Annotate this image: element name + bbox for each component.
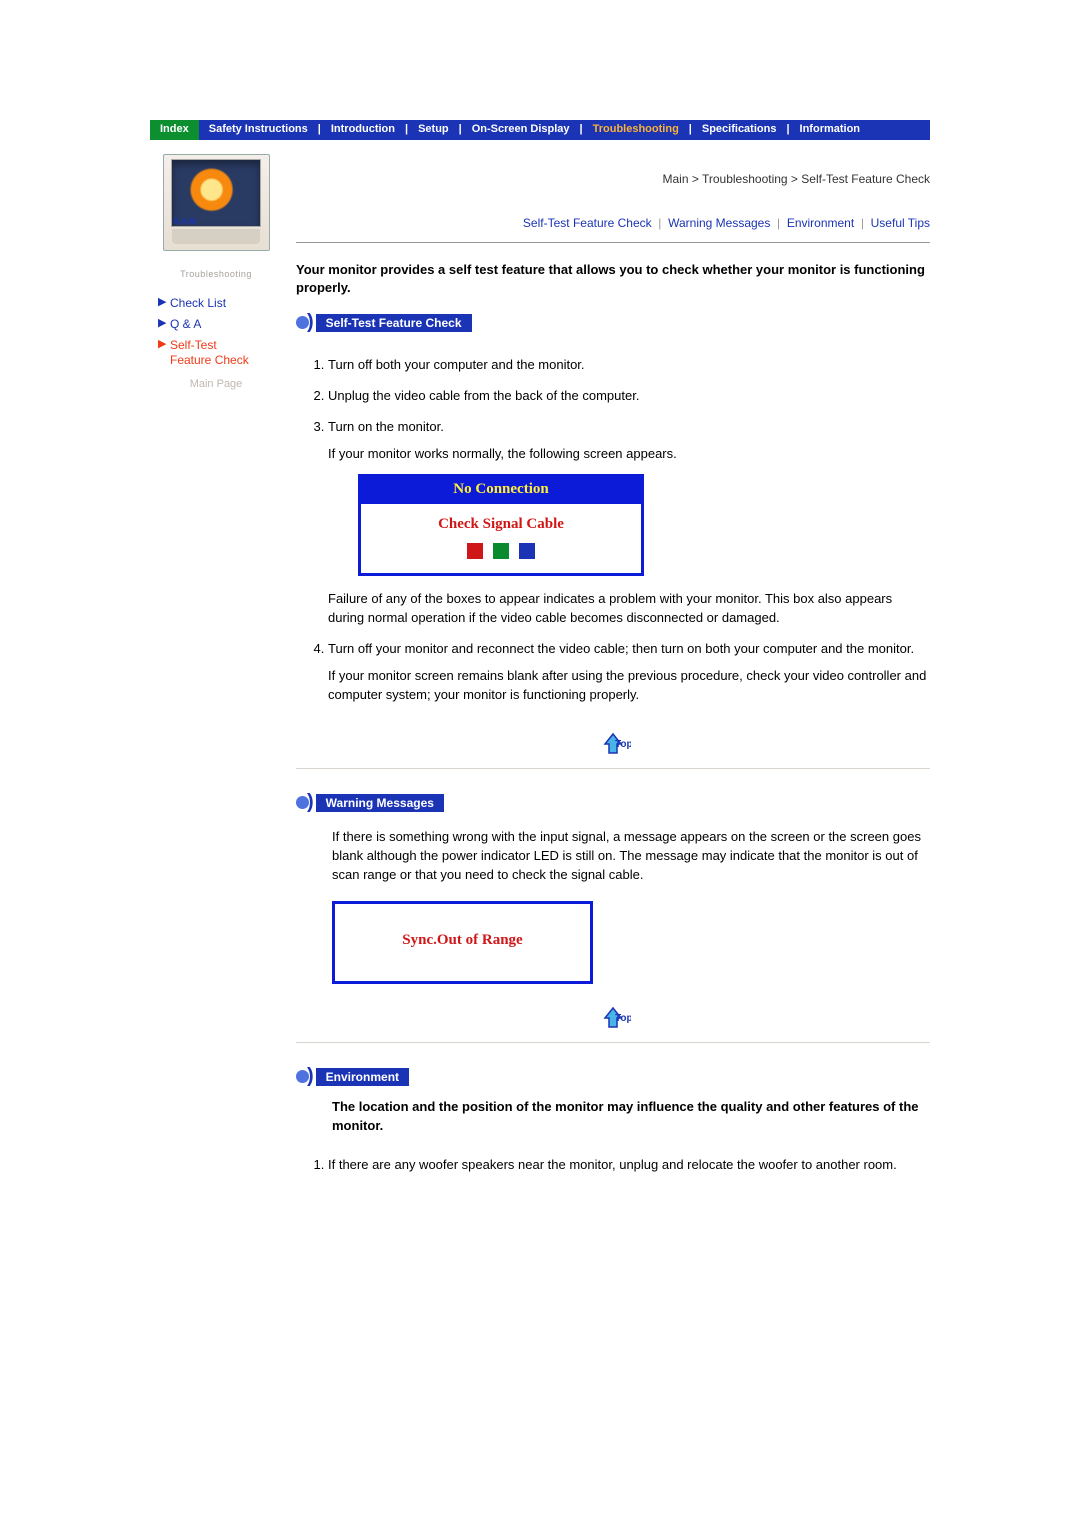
step-2: Unplug the video cable from the back of … xyxy=(328,381,930,412)
sidebar-category: Troubleshooting xyxy=(150,267,282,287)
no-connection-title: No Connection xyxy=(361,477,641,504)
section-heading-environment: ) Environment xyxy=(296,1065,409,1088)
brand-label: S A-M xyxy=(174,217,196,226)
nav-introduction[interactable]: Introduction xyxy=(321,120,405,140)
step-3-sub: If your monitor works normally, the foll… xyxy=(328,437,930,464)
warning-paragraph: If there is something wrong with the inp… xyxy=(296,824,930,897)
sync-out-of-range-text: Sync.Out of Range xyxy=(335,932,590,949)
intro-text: Your monitor provides a self test featur… xyxy=(296,243,930,307)
sublink-environment[interactable]: Environment xyxy=(787,216,854,230)
bullet-icon xyxy=(296,1070,309,1083)
sublink-selftest[interactable]: Self-Test Feature Check xyxy=(523,216,652,230)
section-label: Warning Messages xyxy=(316,794,444,812)
sidebar-item-label: Feature Check xyxy=(170,353,249,367)
svg-text:Top: Top xyxy=(615,739,631,750)
environment-steps: If there are any woofer speakers near th… xyxy=(296,1150,930,1181)
content-area: Main > Troubleshooting > Self-Test Featu… xyxy=(282,140,930,1191)
play-icon: ▶ xyxy=(158,317,170,331)
main-page-link[interactable]: Main Page xyxy=(150,375,282,393)
blue-square-icon xyxy=(519,543,535,559)
env-step-1: If there are any woofer speakers near th… xyxy=(328,1150,930,1181)
section-label: Environment xyxy=(316,1068,409,1086)
step-3: Turn on the monitor. If your monitor wor… xyxy=(328,412,930,634)
nav-osd[interactable]: On-Screen Display xyxy=(462,120,580,140)
sublink-warning[interactable]: Warning Messages xyxy=(668,216,770,230)
step-4-text: Turn off your monitor and reconnect the … xyxy=(328,641,914,656)
step-3-after: Failure of any of the boxes to appear in… xyxy=(328,590,930,628)
svg-text:Top: Top xyxy=(615,1013,631,1024)
sidebar-item-qa[interactable]: Q & A xyxy=(170,317,201,332)
nav-safety[interactable]: Safety Instructions xyxy=(199,120,318,140)
section-heading-warning: ) Warning Messages xyxy=(296,791,444,814)
sidebar-item-selftest[interactable]: Self-Test Feature Check xyxy=(170,338,249,368)
check-signal-cable-text: Check Signal Cable xyxy=(361,514,641,536)
step-4: Turn off your monitor and reconnect the … xyxy=(328,634,930,711)
divider xyxy=(296,768,930,769)
green-square-icon xyxy=(493,543,509,559)
top-nav: Index Safety Instructions | Introduction… xyxy=(150,120,930,140)
breadcrumb: Main > Troubleshooting > Self-Test Featu… xyxy=(296,140,930,216)
nav-troubleshooting[interactable]: Troubleshooting xyxy=(583,120,689,140)
nav-information[interactable]: Information xyxy=(790,120,871,140)
step-3-text: Turn on the monitor. xyxy=(328,419,444,434)
sublink-bar: Self-Test Feature Check | Warning Messag… xyxy=(296,216,930,242)
back-to-top-button[interactable]: Top xyxy=(593,728,633,758)
section-heading-selftest: ) Self-Test Feature Check xyxy=(296,311,472,334)
environment-intro: The location and the position of the mon… xyxy=(296,1098,930,1144)
play-icon: ▶ xyxy=(158,296,170,310)
no-connection-box: No Connection Check Signal Cable xyxy=(358,474,644,577)
play-icon: ▶ xyxy=(158,338,170,352)
divider xyxy=(296,1042,930,1043)
rgb-squares xyxy=(361,543,641,559)
nav-specifications[interactable]: Specifications xyxy=(692,120,787,140)
section-label: Self-Test Feature Check xyxy=(316,314,472,332)
sidebar-item-checklist[interactable]: Check List xyxy=(170,296,226,311)
sync-out-of-range-box: Sync.Out of Range xyxy=(332,901,593,984)
top-icon: Top xyxy=(595,728,631,758)
nav-index[interactable]: Index xyxy=(150,120,199,140)
sublink-tips[interactable]: Useful Tips xyxy=(871,216,930,230)
top-icon: Top xyxy=(595,1002,631,1032)
selftest-steps: Turn off both your computer and the moni… xyxy=(296,350,930,710)
red-square-icon xyxy=(467,543,483,559)
step-4-sub: If your monitor screen remains blank aft… xyxy=(328,659,930,705)
step-1: Turn off both your computer and the moni… xyxy=(328,350,930,381)
sidebar: S A-M Troubleshooting ▶ Check List ▶ Q &… xyxy=(150,140,282,393)
nav-setup[interactable]: Setup xyxy=(408,120,459,140)
back-to-top-button[interactable]: Top xyxy=(593,1002,633,1032)
product-thumbnail: S A-M xyxy=(163,154,270,251)
sidebar-item-label: Self-Test xyxy=(170,338,217,352)
